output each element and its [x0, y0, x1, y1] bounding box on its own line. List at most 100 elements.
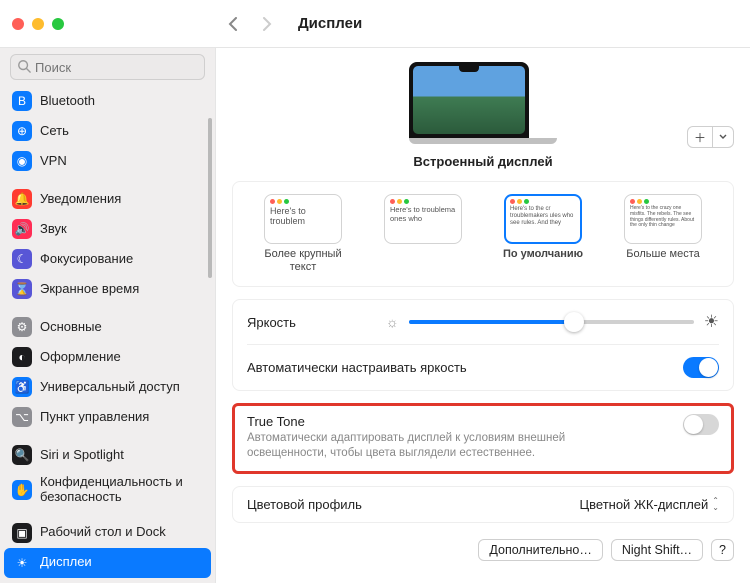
add-display-button[interactable]: ＋ — [687, 126, 734, 148]
sidebar-icon: B — [12, 91, 32, 111]
resolution-thumb: Here's to the crazy one misfits. The reb… — [624, 194, 702, 244]
scrollbar-thumb[interactable] — [208, 118, 212, 278]
sidebar-icon: 🔊 — [12, 219, 32, 239]
help-button[interactable]: ? — [711, 539, 734, 561]
window-controls — [12, 18, 212, 30]
sidebar-item-7[interactable]: ⚙ Основные — [4, 312, 211, 342]
brightness-slider[interactable] — [409, 313, 694, 331]
sidebar-item-label: Фокусирование — [40, 252, 133, 267]
updown-icon: ⌃⌄ — [712, 498, 719, 511]
sidebar-icon: ◐ — [12, 347, 32, 367]
sidebar-icon: ⌛ — [12, 279, 32, 299]
sidebar-item-14[interactable]: ☀ Дисплеи — [4, 548, 211, 578]
sun-large-icon: ☀ — [704, 312, 719, 332]
sidebar-item-8[interactable]: ◐ Оформление — [4, 342, 211, 372]
sidebar-item-11[interactable]: 🔍 Siri и Spotlight — [4, 440, 211, 470]
titlebar: Дисплеи — [0, 0, 750, 48]
sidebar-item-label: Bluetooth — [40, 94, 95, 109]
forward-button[interactable] — [254, 11, 280, 37]
resolution-label: По умолчанию — [503, 248, 583, 261]
resolution-thumb: Here's to the cr troublemakers ules who … — [504, 194, 582, 244]
brightness-row: Яркость ☼ ☀ — [247, 300, 719, 345]
resolution-option-3[interactable]: Here's to the crazy one misfits. The reb… — [613, 194, 713, 274]
sidebar-item-5[interactable]: ☾ Фокусирование — [4, 244, 211, 274]
sidebar-item-13[interactable]: ▣ Рабочий стол и Dock — [4, 518, 211, 548]
sidebar-icon: ▣ — [12, 523, 32, 543]
sidebar-item-label: Конфиденциальность и безопасность — [40, 475, 203, 505]
true-tone-toggle[interactable] — [683, 414, 719, 435]
laptop-icon — [409, 62, 529, 138]
auto-brightness-row: Автоматически настраивать яркость — [247, 345, 719, 390]
resolution-label: Более крупный текст — [253, 248, 353, 274]
sidebar-item-label: Дисплеи — [40, 555, 92, 570]
true-tone-title: True Tone — [247, 414, 673, 429]
night-shift-button[interactable]: Night Shift… — [611, 539, 703, 561]
sidebar-icon: 🔔 — [12, 189, 32, 209]
sidebar-item-15[interactable]: 🖼Обои — [4, 578, 211, 583]
sidebar-icon: ⊕ — [12, 121, 32, 141]
color-profile-panel: Цветовой профиль Цветной ЖК-дисплей ⌃⌄ — [232, 486, 734, 523]
resolution-option-0[interactable]: Here's to troublem Более крупный текст — [253, 194, 353, 274]
back-button[interactable] — [220, 11, 246, 37]
device-name: Встроенный дисплей — [413, 154, 552, 169]
sidebar-item-label: Звук — [40, 222, 67, 237]
sidebar-icon: 🔍 — [12, 445, 32, 465]
sidebar-item-label: VPN — [40, 154, 67, 169]
sidebar-item-label: Рабочий стол и Dock — [40, 525, 166, 540]
sidebar-item-4[interactable]: 🔊 Звук — [4, 214, 211, 244]
sidebar-icon: ⚙ — [12, 317, 32, 337]
sidebar-icon: ◉ — [12, 151, 32, 171]
search-input[interactable] — [10, 54, 205, 80]
resolution-option-1[interactable]: Here's to troublema ones who — [373, 194, 473, 274]
sidebar-item-label: Пункт управления — [40, 410, 149, 425]
resolution-label: Больше места — [626, 248, 699, 261]
auto-brightness-label: Автоматически настраивать яркость — [247, 360, 467, 375]
sun-small-icon: ☼ — [386, 314, 399, 330]
content-pane: Встроенный дисплей ＋ Here's to troublem Б… — [216, 48, 750, 583]
sidebar-item-label: Сеть — [40, 124, 69, 139]
sidebar-item-6[interactable]: ⌛ Экранное время — [4, 274, 211, 304]
sidebar-icon: ☾ — [12, 249, 32, 269]
sidebar-icon: ⌥ — [12, 407, 32, 427]
search-icon — [17, 59, 31, 76]
search-field[interactable] — [31, 60, 198, 75]
sidebar-item-1[interactable]: ⊕ Сеть — [4, 116, 211, 146]
sidebar-item-12[interactable]: ✋ Конфиденциальность и безопасность — [4, 470, 211, 510]
resolution-option-2[interactable]: Here's to the cr troublemakers ules who … — [493, 194, 593, 274]
sidebar-item-label: Оформление — [40, 350, 121, 365]
brightness-label: Яркость — [247, 315, 296, 330]
page-title: Дисплеи — [298, 15, 362, 32]
resolution-thumb: Here's to troublem — [264, 194, 342, 244]
minimize-icon[interactable] — [32, 18, 44, 30]
brightness-panel: Яркость ☼ ☀ Автоматически настраивать яр… — [232, 299, 734, 391]
sidebar-icon: ☀ — [12, 553, 32, 573]
resolution-panel: Here's to troublemБолее крупный текстHer… — [232, 181, 734, 287]
sidebar-item-label: Siri и Spotlight — [40, 448, 124, 463]
color-profile-select[interactable]: Цветной ЖК-дисплей ⌃⌄ — [580, 497, 719, 512]
sidebar-item-9[interactable]: ♿ Универсальный доступ — [4, 372, 211, 402]
device-preview: Встроенный дисплей ＋ — [232, 62, 734, 169]
advanced-button[interactable]: Дополнительно… — [478, 539, 602, 561]
true-tone-description: Автоматически адаптировать дисплей к усл… — [247, 431, 673, 461]
sidebar-item-2[interactable]: ◉ VPN — [4, 146, 211, 176]
sidebar: B Bluetooth ⊕ Сеть ◉ VPN 🔔 Уведомления 🔊 Звук ☾ Фок… — [0, 48, 216, 583]
sidebar-icon: ✋ — [12, 480, 32, 500]
sidebar-item-label: Уведомления — [40, 192, 121, 207]
sidebar-item-10[interactable]: ⌥ Пункт управления — [4, 402, 211, 432]
resolution-thumb: Here's to troublema ones who — [384, 194, 462, 244]
sidebar-item-3[interactable]: 🔔 Уведомления — [4, 184, 211, 214]
chevron-down-icon — [713, 127, 733, 147]
auto-brightness-toggle[interactable] — [683, 357, 719, 378]
color-profile-label: Цветовой профиль — [247, 497, 362, 512]
plus-icon: ＋ — [688, 127, 713, 147]
sidebar-item-label: Экранное время — [40, 282, 139, 297]
true-tone-panel: True Tone Автоматически адаптировать дис… — [232, 403, 734, 474]
sidebar-icon: ♿ — [12, 377, 32, 397]
footer-buttons: Дополнительно… Night Shift… ? — [232, 535, 734, 561]
sidebar-item-label: Универсальный доступ — [40, 380, 180, 395]
zoom-icon[interactable] — [52, 18, 64, 30]
sidebar-item-0[interactable]: B Bluetooth — [4, 86, 211, 116]
sidebar-item-label: Основные — [40, 320, 102, 335]
color-profile-value: Цветной ЖК-дисплей — [580, 497, 709, 512]
close-icon[interactable] — [12, 18, 24, 30]
